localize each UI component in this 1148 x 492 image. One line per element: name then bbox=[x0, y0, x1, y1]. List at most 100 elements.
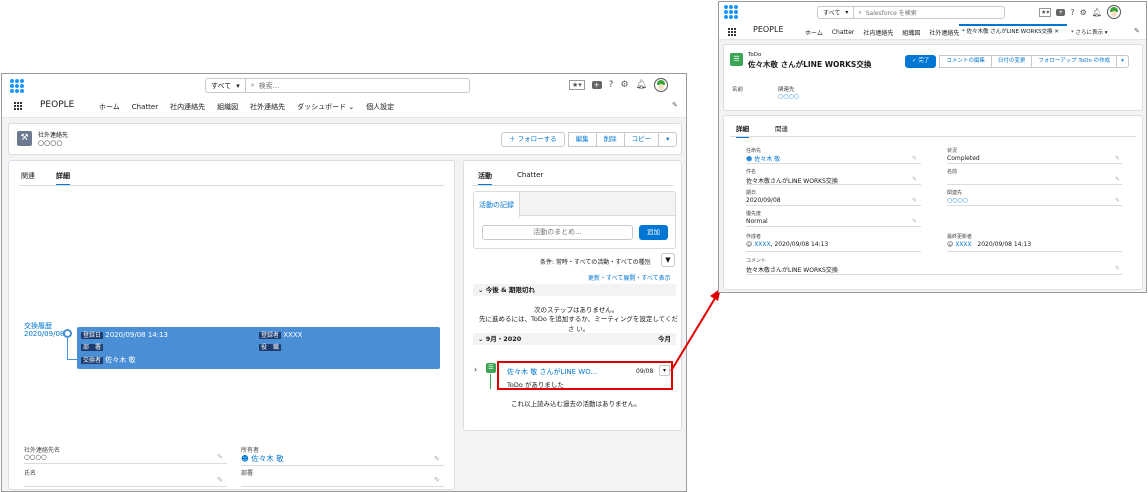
detail-card: 関連 詳細 交換履歴 2020/09/08 登録日 2020/09/08 14:… bbox=[8, 160, 455, 490]
edit-nav-icon[interactable]: ✎ bbox=[1134, 27, 1140, 35]
nav-item[interactable]: 組織図 bbox=[217, 102, 238, 112]
edit-button[interactable]: 編集 bbox=[567, 132, 597, 147]
app-launcher-icon[interactable] bbox=[14, 102, 22, 110]
edit-status-icon[interactable]: ✎ bbox=[1115, 155, 1120, 162]
comment: 佐々木敬さんがLINE WORKS交換 bbox=[746, 267, 838, 274]
edit-comment-button[interactable]: コメントの編集 bbox=[939, 55, 992, 68]
edit-contact-name-icon[interactable]: ✎ bbox=[217, 453, 223, 461]
related-label: 関連先 bbox=[778, 87, 795, 93]
no-steps-2: 先に進めるには、ToDo を追加するか、ミーティングを設定してくださ い。 bbox=[479, 315, 678, 333]
log-activity-tab[interactable]: 活動の記録 bbox=[474, 192, 520, 217]
favorites-icon[interactable]: ★▾ bbox=[1039, 7, 1052, 17]
nav-item-dashboard[interactable]: ダッシュボード ⌄ bbox=[297, 102, 354, 112]
field-divider bbox=[241, 486, 444, 487]
help-icon[interactable]: ? bbox=[609, 80, 614, 90]
complete-button[interactable]: ✓ 完了 bbox=[905, 55, 937, 68]
creator-avatar-icon: ☺ bbox=[746, 241, 753, 248]
owner[interactable]: ☻ 佐々木 敬 bbox=[241, 453, 284, 464]
add-icon[interactable]: + bbox=[591, 81, 602, 89]
tab-related[interactable]: 関連 bbox=[775, 123, 788, 136]
registrant-label: 登録者 bbox=[259, 332, 282, 339]
search-scope[interactable]: すべて ▾ bbox=[818, 7, 855, 18]
contact-name: ○○○○ bbox=[24, 453, 47, 461]
tab-divider bbox=[19, 185, 444, 186]
summary-input[interactable]: 活動のまとめ... bbox=[482, 225, 633, 240]
creator: ☺ XXXX, 2020/09/08 14:13 bbox=[746, 241, 829, 248]
edit-assignee-icon[interactable]: ✎ bbox=[912, 155, 917, 162]
nav-item[interactable]: 社外連絡先 bbox=[929, 28, 959, 37]
nav-item[interactable]: 社内連絡先 bbox=[170, 102, 205, 112]
tab-divider bbox=[472, 185, 673, 186]
nav-item[interactable]: 社外連絡先 bbox=[250, 102, 285, 112]
bell-icon[interactable]: 🔔︎ bbox=[1092, 8, 1102, 17]
help-icon[interactable]: ? bbox=[1070, 8, 1074, 17]
filter-icon[interactable]: ▼ bbox=[661, 253, 675, 267]
due: 2020/09/08 bbox=[746, 197, 781, 204]
tab-activity[interactable]: 活動 bbox=[478, 171, 492, 186]
month-header[interactable]: ⌄ 9月・2020 今月 bbox=[473, 333, 676, 345]
nav-item[interactable]: ホーム bbox=[99, 102, 120, 112]
followup-todo-button[interactable]: フォローアップ ToDo の作成 bbox=[1031, 55, 1118, 68]
global-search[interactable]: すべて ▾ ⌕ 検索... bbox=[205, 78, 470, 93]
related-field[interactable]: ○○○○ bbox=[947, 197, 968, 204]
nav-item[interactable]: ホーム bbox=[805, 28, 823, 37]
tab-related[interactable]: 関連 bbox=[21, 171, 35, 184]
favorites-icon[interactable]: ★▾ bbox=[569, 80, 585, 90]
avatar[interactable] bbox=[1107, 5, 1121, 19]
global-search[interactable]: すべて ▾ ⌕ Salesforce を検索 bbox=[817, 6, 1005, 19]
more-actions-button[interactable]: ▾ bbox=[658, 132, 678, 147]
field-divider bbox=[241, 465, 444, 466]
delete-button[interactable]: 削除 bbox=[595, 132, 625, 147]
more-tabs[interactable]: * さらに表示 ▾ bbox=[1071, 28, 1108, 36]
search-icon: ⌕ bbox=[858, 8, 862, 16]
creator-label: 作成者 bbox=[746, 234, 762, 240]
field-divider bbox=[947, 184, 1122, 185]
edit-nav-icon[interactable]: ✎ bbox=[672, 101, 678, 109]
status-label: 状況 bbox=[947, 148, 958, 154]
expand-chevron-icon[interactable]: › bbox=[474, 365, 477, 374]
field-divider bbox=[947, 163, 1122, 164]
gear-icon[interactable]: ⚙ bbox=[620, 80, 628, 90]
copy-button[interactable]: コピー bbox=[623, 132, 660, 147]
nav-item[interactable]: 社内連絡先 bbox=[863, 28, 893, 37]
exchange-card[interactable]: 登録日 2020/09/08 14:13 登録者 XXXX 部 署 役 職 交換… bbox=[77, 327, 440, 369]
modifier-label: 最終更新者 bbox=[947, 234, 973, 240]
app-launcher-icon[interactable] bbox=[728, 28, 736, 36]
related-value[interactable]: ○○○○ bbox=[778, 93, 799, 100]
edit-priority-icon[interactable]: ✎ bbox=[912, 218, 917, 225]
avatar[interactable] bbox=[653, 78, 668, 92]
edit-owner-icon[interactable]: ✎ bbox=[434, 455, 440, 463]
bell-icon[interactable]: 🔔︎ bbox=[636, 80, 647, 90]
edit-dept-icon[interactable]: ✎ bbox=[434, 476, 440, 484]
tab-detail[interactable]: 詳細 bbox=[56, 171, 70, 186]
field-divider bbox=[947, 205, 1122, 206]
add-icon[interactable]: + bbox=[1056, 8, 1066, 16]
search-input[interactable]: 検索... bbox=[255, 81, 280, 91]
edit-comment-icon[interactable]: ✎ bbox=[1115, 265, 1120, 272]
gear-icon[interactable]: ⚙ bbox=[1080, 8, 1087, 17]
arrow-connector bbox=[670, 288, 721, 372]
record-actions: ＋ フォローする 編集 削除 コピー ▾ bbox=[501, 132, 678, 147]
record-name: ○○○○ bbox=[38, 139, 63, 147]
nav-item[interactable]: 個人設定 bbox=[366, 102, 394, 112]
nav-item[interactable]: 組織図 bbox=[902, 28, 920, 37]
assignee[interactable]: ☻ 佐々木 敬 bbox=[746, 154, 780, 163]
nav-item[interactable]: Chatter bbox=[832, 29, 855, 36]
more-actions-button[interactable]: ▾ bbox=[1116, 55, 1129, 68]
change-date-button[interactable]: 日付の変更 bbox=[990, 55, 1033, 68]
add-button[interactable]: 追加 bbox=[639, 225, 668, 240]
activity-links[interactable]: 更新・すべて展開・すべて表示 bbox=[588, 273, 671, 282]
nav-item[interactable]: Chatter bbox=[132, 103, 158, 111]
edit-related-icon[interactable]: ✎ bbox=[1115, 197, 1120, 204]
edit-subject-icon[interactable]: ✎ bbox=[912, 176, 917, 183]
search-scope[interactable]: すべて ▾ bbox=[206, 79, 246, 92]
active-record-tab[interactable]: * 佐々木敬 さんがLINE WORKS交換 ✕ bbox=[959, 24, 1067, 40]
upcoming-header[interactable]: ⌄ 今後 & 期限切れ bbox=[473, 284, 676, 296]
edit-name-icon[interactable]: ✎ bbox=[217, 476, 223, 484]
edit-due-icon[interactable]: ✎ bbox=[912, 197, 917, 204]
edit-name-icon[interactable]: ✎ bbox=[1115, 176, 1120, 183]
close-icon[interactable]: ✕ bbox=[1054, 29, 1059, 35]
tab-chatter[interactable]: Chatter bbox=[517, 171, 543, 182]
follow-button[interactable]: ＋ フォローする bbox=[501, 132, 565, 147]
search-input[interactable]: Salesforce を検索 bbox=[862, 8, 917, 17]
